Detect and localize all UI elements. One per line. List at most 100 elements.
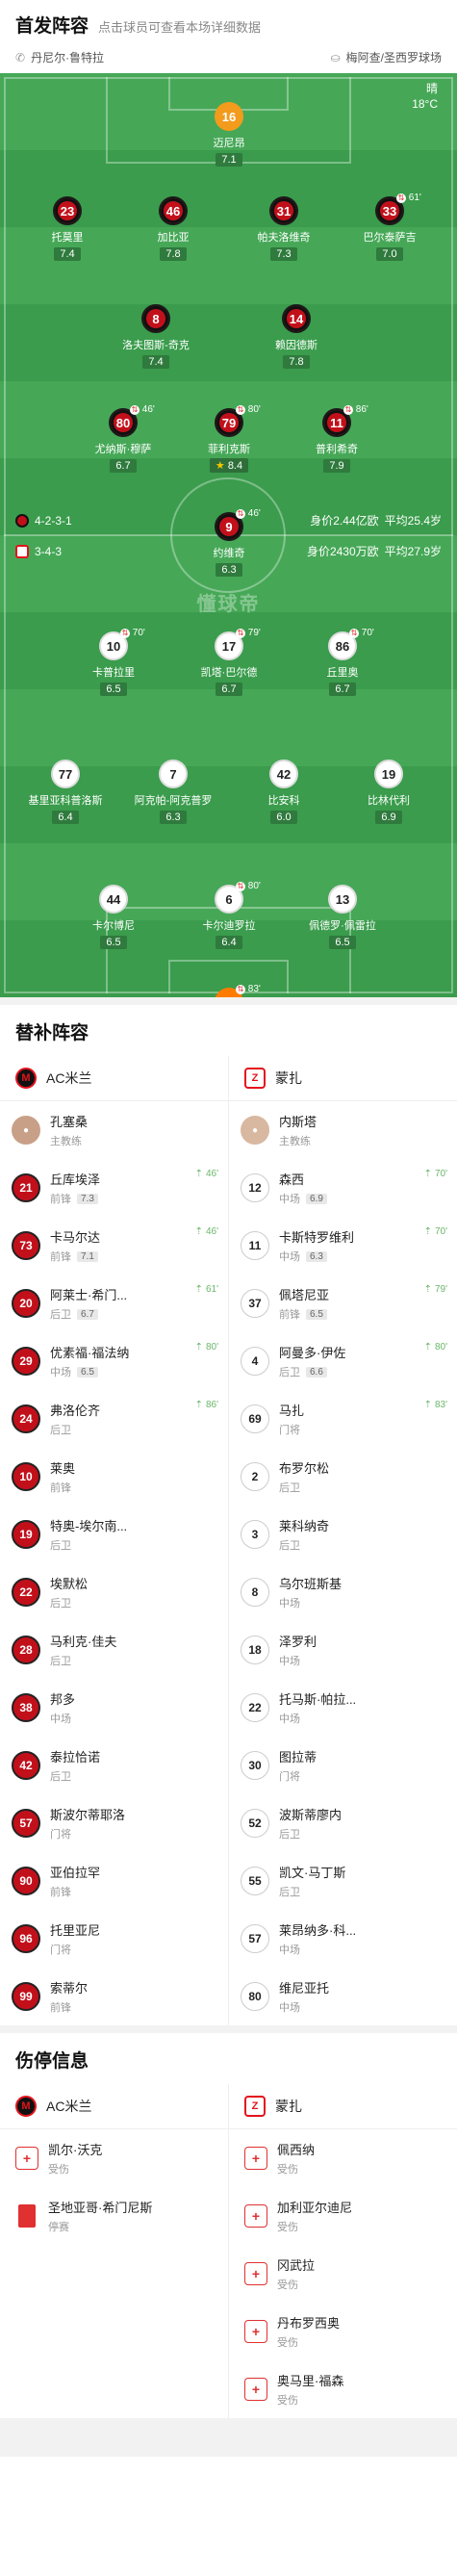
sub-name: 阿莱士·希门... (50, 1288, 128, 1302)
sub-player-row[interactable]: 38 邦多 中场 (0, 1679, 228, 1737)
injury-status: 受伤 (277, 2222, 298, 2233)
injury-row[interactable]: 圣地亚哥·希门尼斯 停赛 (0, 2187, 228, 2245)
home-player[interactable]: 79 ⇅ 80' 菲利克斯 ★ 8.4 (176, 404, 282, 474)
sub-player-row[interactable]: 11 卡斯特罗维利 中场 6.3 ⇡ 70' (229, 1217, 457, 1275)
home-player[interactable]: 9 ⇅ 46' 约维奇 6.3 (176, 508, 282, 578)
sub-player-row[interactable]: 4 阿曼多·伊佐 后卫 6.6 ⇡ 80' (229, 1332, 457, 1390)
sub-name: 波斯蒂廖内 (279, 1808, 343, 1822)
away-player[interactable]: 77 基里亚科普洛斯 6.4 (13, 760, 118, 825)
sub-player-row[interactable]: 2 布罗尔松 后卫 (229, 1448, 457, 1506)
injury-status: 受伤 (277, 2280, 298, 2291)
sub-position: 后卫 (279, 1540, 300, 1552)
home-value: 身价2.44亿欧 (310, 514, 379, 528)
subs-home-list: 21 丘库埃泽 前锋 7.3 ⇡ 46' 73 卡马尔达 前锋 7.1 ⇡ 46' 20 阿莱士·希门..… (0, 1159, 228, 2025)
medical-kit-icon: + (244, 2320, 267, 2343)
injury-row[interactable]: + 冈武拉 受伤 (229, 2245, 457, 2303)
injury-row[interactable]: + 凯尔·沃克 受伤 (0, 2129, 228, 2187)
sub-player-row[interactable]: 96 托里亚尼 门将 (0, 1910, 228, 1968)
home-player[interactable]: 23 托莫里 7.4 (14, 196, 120, 262)
away-player[interactable]: 44 卡尔博尼 6.5 (61, 885, 166, 950)
away-player[interactable]: 17 ⇅ 79' 凯塔·巴尔德 6.7 (176, 628, 282, 697)
sub-position: 后卫 (279, 1829, 300, 1841)
sub-name: 卡斯特罗维利 (279, 1230, 355, 1245)
injury-away-team[interactable]: Z 蒙扎 (228, 2084, 457, 2128)
away-player[interactable]: 6 ⇅ 80' 卡尔迪罗拉 6.4 (176, 881, 282, 950)
away-player[interactable]: 21⇅ 83'皮齐尼亚科6.8 (176, 984, 282, 997)
sub-meta: 中场 (279, 1653, 445, 1668)
sub-player-row[interactable]: 90 亚伯拉罕 前锋 (0, 1852, 228, 1910)
sub-info: 卡斯特罗维利 中场 6.3 (279, 1227, 445, 1264)
away-player[interactable]: 10 ⇅ 70' 卡普拉里 6.5 (61, 628, 166, 697)
home-player[interactable]: 14 赖因德斯 7.8 (243, 304, 349, 370)
home-formation: 4-2-3-1 (35, 513, 72, 528)
sub-player-row[interactable]: 20 阿莱士·希门... 后卫 6.7 ⇡ 61' (0, 1275, 228, 1332)
sub-meta: 后卫 (50, 1768, 216, 1784)
sub-player-row[interactable]: 57 莱昂纳多·科... 中场 (229, 1910, 457, 1968)
subs-away-team[interactable]: Z 蒙扎 (228, 1056, 457, 1100)
away-player[interactable]: 19 比林代利 6.9 (336, 760, 442, 825)
away-player[interactable]: 7 阿克帕-阿克普罗 6.3 (120, 760, 226, 825)
home-player[interactable]: 8 洛夫图斯-奇克 7.4 (103, 304, 209, 370)
sub-player-row[interactable]: 80 维尼亚托 中场 (229, 1968, 457, 2025)
sub-in-indicator: ⇡ 61' (195, 1284, 218, 1295)
sub-player-row[interactable]: 28 马利克·佳夫 后卫 (0, 1621, 228, 1679)
sub-meta: 门将 (279, 1422, 445, 1437)
rating-value: 6.3 (221, 564, 237, 576)
sub-player-row[interactable]: 24 弗洛伦齐 后卫 ⇡ 86' (0, 1390, 228, 1448)
weather-condition: 晴 (425, 82, 438, 95)
home-player[interactable]: 33 ⇅ 61' 巴尔泰萨吉 7.0 (337, 193, 443, 262)
home-coach[interactable]: ● 孔塞桑 主教练 (0, 1101, 228, 1159)
injury-home-team[interactable]: M AC米兰 (0, 2084, 228, 2128)
injury-row[interactable]: + 奥马里·福森 受伤 (229, 2360, 457, 2418)
injury-row[interactable]: + 佩西纳 受伤 (229, 2129, 457, 2187)
sub-player-row[interactable]: 10 莱奥 前锋 (0, 1448, 228, 1506)
sub-position: 后卫 (279, 1887, 300, 1898)
sub-player-row[interactable]: 99 索蒂尔 前锋 (0, 1968, 228, 2025)
sub-player-row[interactable]: 18 泽罗利 中场 (229, 1621, 457, 1679)
jersey-number: 10 (12, 1462, 40, 1491)
subs-home-team[interactable]: M AC米兰 (0, 1056, 228, 1100)
sub-position: 门将 (279, 1771, 300, 1783)
sub-player-row[interactable]: 52 波斯蒂廖内 后卫 (229, 1794, 457, 1852)
sub-player-row[interactable]: 42 泰拉恰诺 后卫 (0, 1737, 228, 1794)
home-player[interactable]: 11 ⇅ 86' 普利希奇 7.9 (284, 404, 390, 474)
subs-away-name: 蒙扎 (275, 1070, 302, 1086)
home-player[interactable]: 80 ⇅ 46' 尤纳斯·穆萨 6.7 (70, 404, 176, 474)
sub-player-row[interactable]: 30 图拉蒂 门将 (229, 1737, 457, 1794)
subs-title: 替补阵容 (15, 1023, 89, 1043)
sub-player-row[interactable]: 55 凯文·马丁斯 后卫 (229, 1852, 457, 1910)
sub-player-row[interactable]: 57 斯波尔蒂耶洛 门将 (0, 1794, 228, 1852)
away-player[interactable]: 13 佩德罗·佩雷拉 6.5 (290, 885, 395, 950)
sub-out-icon: ⇅ 70' (349, 628, 374, 638)
player-rating: 6.5 (100, 683, 127, 696)
sub-position: 前锋 (50, 1251, 71, 1263)
sub-info: 凯文·马丁斯 后卫 (279, 1863, 445, 1899)
sub-position: 中场 (279, 1251, 300, 1263)
sub-player-row[interactable]: 37 佩塔尼亚 前锋 6.5 ⇡ 79' (229, 1275, 457, 1332)
jersey-number: 42 (12, 1751, 40, 1780)
sub-player-row[interactable]: 8 乌尔班斯基 中场 (229, 1563, 457, 1621)
sub-player-row[interactable]: 3 莱科纳奇 后卫 (229, 1506, 457, 1563)
sub-player-row[interactable]: 29 优素福·福法纳 中场 6.5 ⇡ 80' (0, 1332, 228, 1390)
home-player[interactable]: 16 迈尼昂 7.1 (176, 102, 282, 167)
home-player[interactable]: 31 帕夫洛维奇 7.3 (231, 196, 337, 262)
sub-player-row[interactable]: 69 马扎 门将 ⇡ 83' (229, 1390, 457, 1448)
away-player[interactable]: 86 ⇅ 70' 丘里奥 6.7 (290, 628, 395, 697)
sub-player-row[interactable]: 22 托马斯·帕拉... 中场 (229, 1679, 457, 1737)
away-player[interactable]: 42 比安科 6.0 (231, 760, 337, 825)
sub-player-row[interactable]: 19 特奥-埃尔南... 后卫 (0, 1506, 228, 1563)
sub-player-row[interactable]: 21 丘库埃泽 前锋 7.3 ⇡ 46' (0, 1159, 228, 1217)
injury-row[interactable]: + 加利亚尔迪尼 受伤 (229, 2187, 457, 2245)
sub-position: 中场 (50, 1367, 71, 1378)
home-player[interactable]: 46 加比亚 7.8 (120, 196, 226, 262)
away-coach[interactable]: ● 内斯塔 主教练 (229, 1101, 457, 1159)
player-name: 尤纳斯·穆萨 (94, 444, 152, 455)
sub-info: 邦多 中场 (50, 1689, 216, 1726)
rating-value: 7.0 (382, 248, 397, 260)
sub-player-row[interactable]: 12 森西 中场 6.9 ⇡ 70' (229, 1159, 457, 1217)
injury-row[interactable]: + 丹布罗西奥 受伤 (229, 2303, 457, 2360)
sub-player-row[interactable]: 73 卡马尔达 前锋 7.1 ⇡ 46' (0, 1217, 228, 1275)
sub-name: 莱奥 (50, 1461, 76, 1476)
sub-player-row[interactable]: 22 埃默松 后卫 (0, 1563, 228, 1621)
sub-in-icon: ⇡ (194, 1169, 203, 1179)
